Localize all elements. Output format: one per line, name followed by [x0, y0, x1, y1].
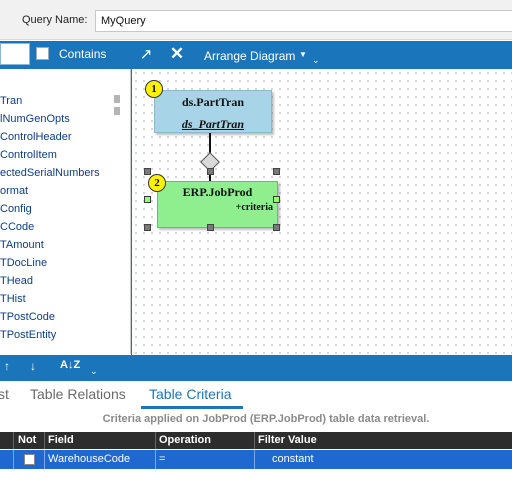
list-item[interactable]: ectedSerialNumbers	[0, 164, 100, 182]
list-item[interactable]: ControlHeader	[0, 128, 72, 146]
list-item[interactable]: TPostEntity	[0, 326, 56, 344]
query-designer-window: Query Name: Contains Tran lNumGenOpts Co…	[0, 0, 512, 497]
resize-handle[interactable]	[144, 224, 151, 231]
column-separator	[254, 432, 255, 449]
tab-table-relations[interactable]: Table Relations	[30, 386, 126, 402]
scroll-bar-segment	[114, 107, 120, 115]
contains-checkbox[interactable]	[36, 47, 49, 60]
resize-handle[interactable]	[273, 224, 280, 231]
list-item[interactable]: ormat	[0, 182, 28, 200]
resize-handle[interactable]	[207, 224, 214, 231]
column-separator	[254, 450, 255, 469]
table-list: Tran lNumGenOpts ControlHeader ControlIt…	[0, 69, 131, 354]
diagram-node-parttran[interactable]: ds.PartTran ds_PartTran	[154, 90, 272, 133]
chevron-down-icon[interactable]: ⌄	[90, 366, 98, 377]
not-checkbox[interactable]	[24, 454, 35, 465]
table-row[interactable]: WarehouseCode = _ constant	[0, 450, 512, 470]
query-name-input[interactable]	[95, 10, 512, 32]
list-item[interactable]: CCode	[0, 218, 34, 236]
resize-handle[interactable]	[207, 168, 214, 175]
arrange-diagram-button[interactable]: Arrange Diagram	[204, 49, 295, 63]
criteria-grid-header: Not Field Operation Filter Value	[0, 432, 512, 449]
list-item[interactable]: lNumGenOpts	[0, 110, 70, 128]
column-separator	[155, 450, 156, 469]
delete-icon[interactable]: ✕	[168, 45, 186, 63]
resize-handle[interactable]	[273, 196, 280, 203]
node-title: ds.PartTran	[181, 95, 245, 109]
list-item[interactable]: Config	[0, 200, 32, 218]
column-header-not[interactable]: Not	[18, 434, 36, 446]
list-item[interactable]: ControlItem	[0, 146, 57, 164]
column-header-filter-value[interactable]: Filter Value	[258, 434, 317, 446]
node-title: ERP.JobProd	[182, 185, 253, 199]
arrow-down-icon[interactable]: ↓	[30, 359, 36, 373]
diagram-node-jobprod[interactable]: ERP.JobProd +criteria	[157, 181, 278, 228]
table-search-input[interactable]	[0, 43, 30, 65]
chevron-down-icon[interactable]: ▼	[299, 50, 307, 59]
list-scroll-indicator[interactable]	[112, 95, 120, 117]
toolbar-overflow-icon[interactable]: ⌄	[312, 55, 320, 66]
node-alias: ds_PartTran	[181, 117, 245, 131]
node-number-badge: 2	[148, 174, 166, 192]
column-separator	[13, 432, 14, 449]
link-icon[interactable]: ↗	[137, 46, 155, 64]
criteria-caption: Criteria applied on JobProd (ERP.JobProd…	[102, 413, 430, 425]
operation-cell[interactable]: =	[159, 453, 165, 465]
list-item[interactable]: TAmount	[0, 236, 44, 254]
field-cell[interactable]: WarehouseCode	[48, 453, 130, 465]
resize-handle[interactable]	[273, 168, 280, 175]
list-item[interactable]: THead	[0, 272, 33, 290]
contains-label: Contains	[59, 47, 107, 61]
column-separator	[44, 450, 45, 469]
column-header-field[interactable]: Field	[48, 434, 74, 446]
filter-value-cell[interactable]: constant	[272, 453, 314, 465]
grid-empty-area	[0, 469, 512, 497]
query-name-bar: Query Name:	[0, 0, 512, 40]
list-item[interactable]: TDocLine	[0, 254, 47, 272]
scroll-bar-segment	[114, 95, 120, 103]
list-item[interactable]: THist	[0, 290, 26, 308]
column-header-operation[interactable]: Operation	[159, 434, 211, 446]
node-number-badge: 1	[145, 80, 163, 98]
node-criteria-label: +criteria	[235, 202, 273, 213]
column-separator	[44, 432, 45, 449]
list-item[interactable]: TPostCode	[0, 308, 55, 326]
column-separator	[13, 450, 14, 469]
tab-table-criteria[interactable]: Table Criteria	[149, 386, 231, 402]
sort-az-icon[interactable]: A↓Z	[60, 359, 80, 371]
list-item[interactable]: Tran	[0, 92, 22, 110]
resize-handle[interactable]	[144, 196, 151, 203]
tab-list[interactable]: st	[0, 386, 9, 402]
resize-handle[interactable]	[144, 168, 151, 175]
query-name-label: Query Name:	[22, 14, 88, 26]
arrow-up-icon[interactable]: ↑	[4, 359, 10, 373]
active-tab-indicator	[141, 406, 243, 409]
diagram-toolbar	[131, 41, 512, 69]
column-separator	[155, 432, 156, 449]
